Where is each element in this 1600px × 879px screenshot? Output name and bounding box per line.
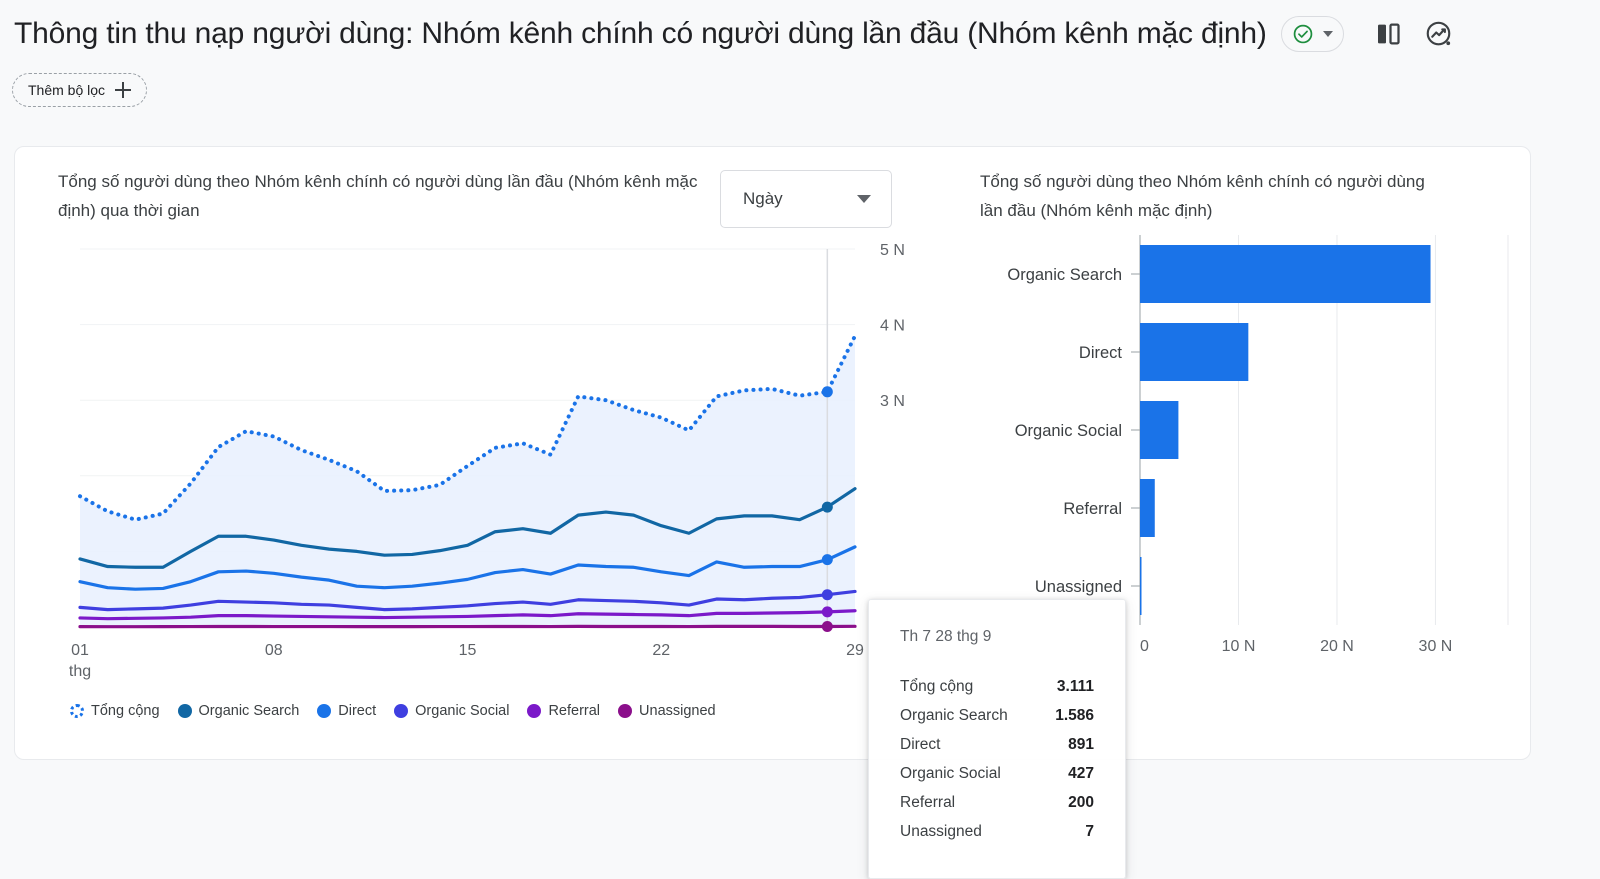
y-axis-tick-label: 5 N [880, 242, 905, 259]
legend-color-dot [178, 704, 192, 718]
tooltip-row-label: Unassigned [900, 817, 982, 846]
plus-icon [115, 82, 131, 98]
hover-point-marker [822, 606, 833, 617]
line-chart-svg: 3 N 4 N 5 N 01 thg 08 15 22 29 [15, 237, 920, 707]
tooltip-row: Referral 200 [900, 788, 1094, 817]
data-validity-chip[interactable] [1281, 16, 1344, 52]
tooltip-rows: Tổng cộng 3.111 Organic Search 1.586 Direct 8… [900, 672, 1094, 846]
line-chart[interactable]: 3 N 4 N 5 N 01 thg 08 15 22 29 [15, 237, 920, 707]
hover-point-marker [822, 386, 833, 397]
hover-point-marker [822, 502, 833, 513]
tooltip-row-label: Organic Social [900, 759, 1001, 788]
bar[interactable] [1140, 479, 1155, 537]
add-filter-label: Thêm bộ lọc [28, 82, 105, 98]
legend-item[interactable]: Unassigned [618, 703, 716, 719]
tooltip-row-value: 200 [1068, 788, 1094, 817]
tooltip-row-label: Referral [900, 788, 955, 817]
tooltip-date: Th 7 28 thg 9 [900, 628, 1094, 646]
x-axis-tick-label: 22 [652, 642, 670, 659]
legend-color-dot [618, 704, 632, 718]
bar-category-label: Organic Social [1015, 422, 1122, 440]
chart-legend: Tổng cộng Organic Search Direct Organic Soc… [70, 703, 716, 719]
add-filter-chip[interactable]: Thêm bộ lọc [12, 73, 147, 107]
bar-x-tick-label: 20 N [1320, 638, 1354, 655]
tooltip-row-value: 427 [1068, 759, 1094, 788]
tooltip-row-label: Direct [900, 730, 940, 759]
tooltip-row: Direct 891 [900, 730, 1094, 759]
hover-point-marker [822, 554, 833, 565]
legend-color-dot [70, 704, 84, 718]
timeseries-panel: Tổng số người dùng theo Nhóm kênh chính … [15, 147, 920, 761]
legend-label: Direct [338, 703, 376, 719]
x-axis-tick-label: 01 [71, 642, 89, 659]
tooltip-row: Organic Search 1.586 [900, 701, 1094, 730]
bar-x-tick-label: 10 N [1222, 638, 1256, 655]
legend-item[interactable]: Organic Social [394, 703, 509, 719]
legend-label: Referral [548, 703, 600, 719]
bar-category-label: Referral [1063, 500, 1122, 518]
granularity-value: Ngày [743, 189, 783, 209]
legend-label: Tổng cộng [91, 703, 160, 719]
compare-panels-icon[interactable] [1374, 19, 1404, 49]
bar-x-tick-label: 0 [1140, 638, 1149, 655]
chevron-down-icon [1323, 31, 1333, 37]
granularity-dropdown[interactable]: Ngày [720, 170, 892, 228]
hover-point-marker [822, 589, 833, 600]
bar[interactable] [1140, 401, 1178, 459]
legend-item[interactable]: Organic Search [178, 703, 300, 719]
tooltip-row: Tổng cộng 3.111 [900, 672, 1094, 701]
insights-trend-icon[interactable] [1424, 19, 1454, 49]
bar-chart-title: Tổng số người dùng theo Nhóm kênh chính … [980, 167, 1440, 225]
tooltip-row: Organic Social 427 [900, 759, 1094, 788]
tooltip-row-value: 7 [1085, 817, 1094, 846]
bar-category-label: Unassigned [1035, 578, 1122, 596]
x-axis-tick-label: 29 [846, 642, 864, 659]
x-axis-tick-label: 15 [459, 642, 477, 659]
legend-label: Organic Search [199, 703, 300, 719]
check-circle-icon [1292, 23, 1314, 45]
chevron-down-icon [857, 195, 871, 203]
hover-point-marker [822, 621, 833, 632]
tooltip-row-label: Tổng cộng [900, 672, 973, 701]
x-axis-tick-label: 08 [265, 642, 283, 659]
tooltip-row-value: 891 [1068, 730, 1094, 759]
legend-label: Unassigned [639, 703, 716, 719]
bar[interactable] [1140, 245, 1431, 303]
page-title: Thông tin thu nạp người dùng: Nhóm kênh … [14, 14, 1267, 54]
timeseries-title: Tổng số người dùng theo Nhóm kênh chính … [58, 167, 698, 225]
bar-category-label: Direct [1079, 344, 1123, 362]
x-axis-tick-label: thg [69, 663, 91, 680]
legend-color-dot [527, 704, 541, 718]
bar[interactable] [1140, 323, 1248, 381]
chart-tooltip: Th 7 28 thg 9 Tổng cộng3.111Organic Sear… [868, 599, 1126, 879]
y-axis-tick-label: 3 N [880, 393, 905, 410]
legend-label: Organic Social [415, 703, 509, 719]
page-header: Thông tin thu nạp người dùng: Nhóm kênh … [0, 0, 1600, 128]
tooltip-row-value: 3.111 [1057, 672, 1094, 701]
tooltip-row-label: Organic Search [900, 701, 1008, 730]
tooltip-row-value: 1.586 [1055, 701, 1094, 730]
legend-color-dot [394, 704, 408, 718]
header-icon-group [1374, 19, 1454, 49]
legend-item[interactable]: Direct [317, 703, 376, 719]
legend-item[interactable]: Tổng cộng [70, 703, 160, 719]
tooltip-row: Unassigned 7 [900, 817, 1094, 846]
y-axis-tick-label: 4 N [880, 318, 905, 335]
title-row: Thông tin thu nạp người dùng: Nhóm kênh … [14, 14, 1594, 54]
report-card: Tổng số người dùng theo Nhóm kênh chính … [14, 146, 1531, 760]
legend-item[interactable]: Referral [527, 703, 600, 719]
legend-color-dot [317, 704, 331, 718]
bar[interactable] [1140, 557, 1142, 615]
bar-x-tick-label: 30 N [1419, 638, 1453, 655]
bar-category-label: Organic Search [1007, 266, 1122, 284]
